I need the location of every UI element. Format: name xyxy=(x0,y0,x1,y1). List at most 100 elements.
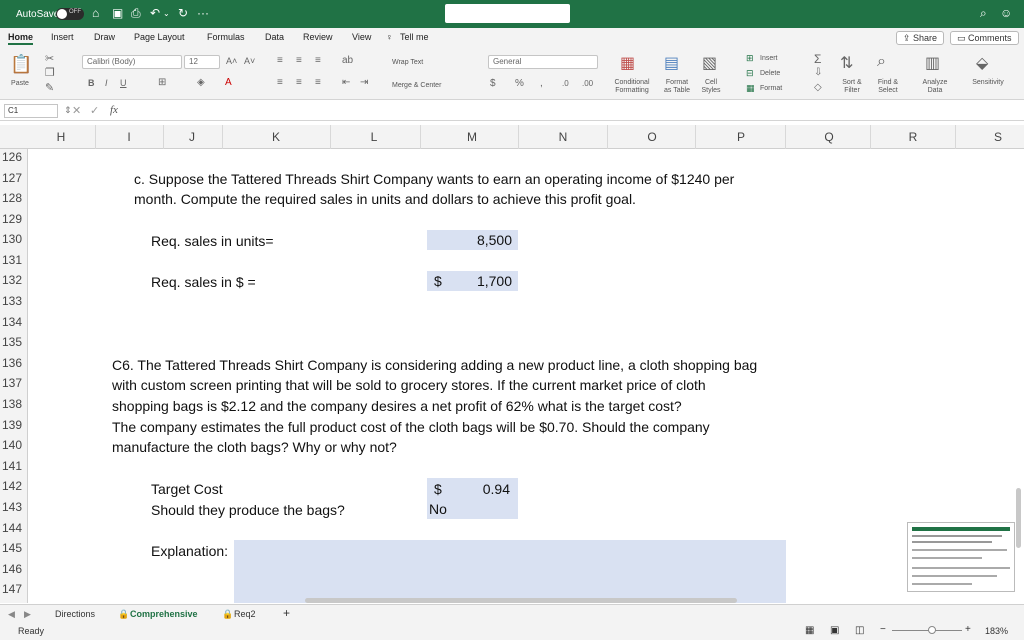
tab-data[interactable]: Data xyxy=(265,32,284,42)
decrease-decimal-icon[interactable]: .00 xyxy=(582,79,593,88)
row-header[interactable]: 136 xyxy=(2,356,28,370)
conditional-formatting-label[interactable]: Conditional Formatting xyxy=(610,79,654,95)
cell-styles-label[interactable]: Cell Styles xyxy=(698,79,724,95)
formula-input[interactable] xyxy=(128,105,1008,117)
page-layout-view-icon[interactable]: ▣ xyxy=(830,625,839,636)
tab-draw[interactable]: Draw xyxy=(94,32,115,42)
row-header[interactable]: 135 xyxy=(2,335,28,349)
sort-filter-label[interactable]: Sort & Filter xyxy=(838,79,866,95)
insert-cells-button[interactable]: Insert xyxy=(760,55,778,63)
cancel-icon[interactable]: ✕ xyxy=(72,104,81,117)
tab-formulas[interactable]: Formulas xyxy=(207,32,245,42)
explanation-cell[interactable] xyxy=(234,540,786,603)
row-header[interactable]: 147 xyxy=(2,582,28,596)
row-header[interactable]: 141 xyxy=(2,459,28,473)
column-header[interactable]: I xyxy=(115,130,143,144)
row-header[interactable]: 127 xyxy=(2,171,28,185)
enter-icon[interactable]: ✓ xyxy=(90,104,99,117)
worksheet-grid[interactable]: c. Suppose the Tattered Threads Shirt Co… xyxy=(29,149,1024,603)
sensitivity-label[interactable]: Sensitivity xyxy=(966,79,1010,87)
format-table-label[interactable]: Format as Table xyxy=(660,79,694,95)
font-size-select[interactable]: 12 xyxy=(184,55,220,69)
sensitivity-icon[interactable]: ⬙ xyxy=(976,53,988,73)
row-header[interactable]: 142 xyxy=(2,479,28,493)
column-header[interactable]: K xyxy=(262,130,290,144)
sheet-tab-comprehensive[interactable]: Comprehensive xyxy=(130,609,198,619)
add-sheet-icon[interactable]: + xyxy=(283,606,290,620)
align-right-icon[interactable]: ≡ xyxy=(315,77,321,88)
home-icon[interactable]: ⌂ xyxy=(92,6,99,20)
undo-dropdown-icon[interactable]: ⌄ xyxy=(163,9,170,18)
currency-icon[interactable]: $ xyxy=(490,78,496,89)
row-header[interactable]: 137 xyxy=(2,376,28,390)
prev-sheet-icon[interactable]: ◀ xyxy=(8,609,15,620)
zoom-level[interactable]: 183% xyxy=(985,626,1008,636)
more-commands-button[interactable]: ··· xyxy=(197,6,209,20)
increase-indent-icon[interactable]: ⇥ xyxy=(360,77,368,88)
zoom-out-icon[interactable]: − xyxy=(880,624,886,635)
font-name-select[interactable]: Calibri (Body) xyxy=(82,55,182,69)
column-header[interactable]: N xyxy=(549,130,577,144)
row-header[interactable]: 138 xyxy=(2,397,28,411)
analyze-data-label[interactable]: Analyze Data xyxy=(918,79,952,95)
next-sheet-icon[interactable]: ▶ xyxy=(24,609,31,620)
find-select-label[interactable]: Find & Select xyxy=(874,79,902,95)
autosum-icon[interactable]: Σ xyxy=(814,52,821,66)
req-dollars-cell[interactable]: $ 1,700 xyxy=(427,271,518,291)
font-color-icon[interactable]: A xyxy=(225,77,232,88)
column-header[interactable]: Q xyxy=(815,130,843,144)
row-header[interactable]: 144 xyxy=(2,521,28,535)
share-button[interactable]: ⇪ Share xyxy=(896,31,945,45)
italic-icon[interactable]: I xyxy=(105,78,108,88)
tab-page-layout[interactable]: Page Layout xyxy=(134,32,185,42)
column-header[interactable]: R xyxy=(899,130,927,144)
wrap-text-button[interactable]: Wrap Text xyxy=(392,59,423,67)
row-header[interactable]: 131 xyxy=(2,253,28,267)
autosave-toggle[interactable]: OFF xyxy=(56,8,84,20)
column-header[interactable]: H xyxy=(47,130,75,144)
align-middle-icon[interactable]: ≡ xyxy=(296,55,302,66)
page-break-view-icon[interactable]: ◫ xyxy=(855,625,864,636)
find-select-icon[interactable]: ⌕ xyxy=(877,53,886,71)
search-box[interactable] xyxy=(445,4,570,23)
increase-decimal-icon[interactable]: .0 xyxy=(562,79,569,88)
vertical-scrollbar[interactable] xyxy=(1016,488,1021,548)
conditional-formatting-icon[interactable]: ▦ xyxy=(620,53,635,73)
horizontal-scrollbar[interactable] xyxy=(305,598,737,603)
row-header[interactable]: 128 xyxy=(2,191,28,205)
fill-color-icon[interactable]: ◈ xyxy=(197,77,205,88)
save-icon[interactable]: ▣ xyxy=(112,6,123,20)
format-cells-button[interactable]: Format xyxy=(760,85,782,93)
row-header[interactable]: 126 xyxy=(2,150,28,164)
zoom-slider-thumb[interactable] xyxy=(928,626,936,634)
normal-view-icon[interactable]: ▦ xyxy=(805,625,814,636)
tab-review[interactable]: Review xyxy=(303,32,333,42)
tab-view[interactable]: View xyxy=(352,32,371,42)
column-header[interactable]: L xyxy=(360,130,388,144)
row-header[interactable]: 132 xyxy=(2,273,28,287)
row-header[interactable]: 130 xyxy=(2,232,28,246)
decrease-indent-icon[interactable]: ⇤ xyxy=(342,77,350,88)
account-icon[interactable]: ☺ xyxy=(1000,6,1012,20)
clear-icon[interactable]: ◇ xyxy=(814,82,822,93)
zoom-slider-track[interactable] xyxy=(892,630,962,631)
search-icon[interactable]: ⌕ xyxy=(980,6,987,21)
row-header[interactable]: 146 xyxy=(2,562,28,576)
row-header[interactable]: 133 xyxy=(2,294,28,308)
name-box[interactable]: C1 xyxy=(4,104,58,118)
bold-icon[interactable]: B xyxy=(88,78,95,88)
sort-filter-icon[interactable]: ⇅ xyxy=(840,53,853,73)
tab-home[interactable]: Home xyxy=(8,32,34,45)
number-format-select[interactable]: General xyxy=(488,55,598,69)
merge-center-button[interactable]: Merge & Center xyxy=(392,82,441,90)
decrease-font-icon[interactable]: A˅ xyxy=(244,56,255,66)
undo-icon[interactable]: ↶ xyxy=(150,6,160,20)
increase-font-icon[interactable]: A˄ xyxy=(226,56,237,66)
function-icon[interactable]: fx xyxy=(110,104,118,116)
row-header[interactable]: 145 xyxy=(2,541,28,555)
orientation-icon[interactable]: ab xyxy=(342,55,353,66)
name-box-stepper-icon[interactable]: ⇕ xyxy=(64,105,72,116)
req-units-cell[interactable]: 8,500 xyxy=(427,230,518,250)
align-left-icon[interactable]: ≡ xyxy=(277,77,283,88)
column-header[interactable]: J xyxy=(178,130,206,144)
